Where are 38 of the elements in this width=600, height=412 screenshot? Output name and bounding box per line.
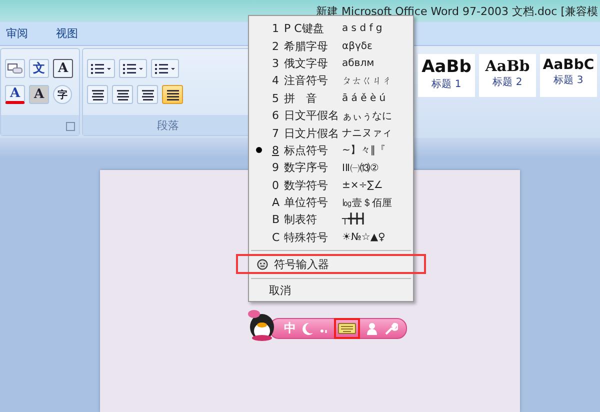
style-preset[interactable]: AaBb 标题 2 xyxy=(479,54,536,97)
menu-item[interactable]: 6 日文平假名 ぁぃぅなに xyxy=(249,106,413,124)
menu-item[interactable]: 1 P C键盘 a s d f g xyxy=(249,20,413,38)
format-button[interactable]: A xyxy=(53,59,73,78)
keyboard-icon[interactable] xyxy=(334,318,360,339)
format-button[interactable]: 文 xyxy=(29,59,49,78)
menu-item[interactable]: A 单位符号 ㏒壹＄佰厘 xyxy=(249,194,413,212)
align-icon[interactable] xyxy=(87,85,108,104)
menu-item[interactable]: C 特殊符号 ☀№☆▲♀ xyxy=(249,228,413,246)
list-icon[interactable] xyxy=(119,59,147,78)
style-preset[interactable]: AaBb 标题 1 xyxy=(418,54,475,97)
format-button[interactable]: A xyxy=(5,85,25,104)
menu-item[interactable]: 符号输入器 xyxy=(236,254,426,274)
person-icon[interactable] xyxy=(366,322,378,336)
menu-item[interactable]: 4 注音符号 ㄆㄊㄍㄐㄔ xyxy=(249,72,413,90)
smiley-icon xyxy=(257,258,268,270)
align-icon[interactable] xyxy=(112,85,133,104)
ribbon-tab[interactable]: 视图 xyxy=(56,24,78,43)
menu-item[interactable]: 2 希腊字母 αβγδε xyxy=(249,37,413,55)
menu-item[interactable]: B 制表符 ┬╋╋┫ xyxy=(249,211,413,229)
menu-item[interactable]: 7 日文片假名 ナニヌァィ xyxy=(249,124,413,142)
format-button[interactable]: 字 xyxy=(53,85,72,104)
style-preset[interactable]: AaBbC 标题 3 xyxy=(540,54,597,97)
ribbon-tab[interactable]: 审阅 xyxy=(6,24,28,43)
align-icon[interactable] xyxy=(137,85,158,104)
list-icon[interactable] xyxy=(151,59,179,78)
menu-item[interactable]: 9 数字序号 ⅠⅡ㈠⒀② xyxy=(249,159,413,177)
group-label: 段落 xyxy=(157,118,179,132)
list-icon[interactable] xyxy=(87,59,115,78)
clear-format-icon[interactable] xyxy=(5,59,25,78)
menu-item[interactable]: 5 拼 音 ā á ě è ú xyxy=(249,90,413,107)
menu-item[interactable]: 取消 xyxy=(249,282,413,300)
menu-item[interactable]: 0 数学符号 ±×÷∑∠ xyxy=(249,176,413,194)
justify-icon[interactable] xyxy=(162,85,183,104)
moon-icon[interactable] xyxy=(302,322,314,336)
format-button[interactable]: A xyxy=(29,85,49,104)
menu-item[interactable]: 3 俄文字母 абвлм xyxy=(249,54,413,72)
wrench-icon[interactable] xyxy=(384,322,398,336)
